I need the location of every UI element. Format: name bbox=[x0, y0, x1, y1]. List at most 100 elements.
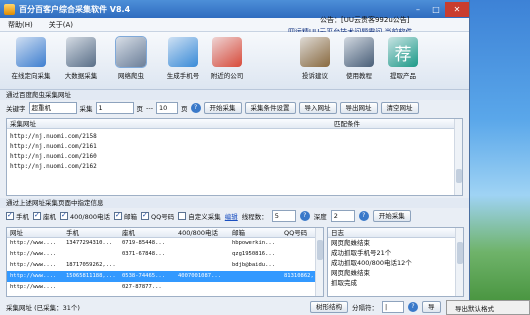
table-cell bbox=[175, 282, 229, 293]
collect-label: 采集 bbox=[79, 105, 93, 113]
menu-help[interactable]: 帮助(H) bbox=[0, 20, 41, 30]
toolbar-label: 网络爬虫 bbox=[118, 72, 144, 80]
table-row[interactable]: http://www.... 15065811188,... 0538-74465.… bbox=[7, 271, 323, 282]
page-label2: 页 bbox=[181, 105, 188, 113]
help-icon[interactable]: ? bbox=[408, 302, 418, 312]
toolbar-phone-button[interactable]: 生成手机号 bbox=[160, 37, 206, 80]
table-cell: qzg1950816... bbox=[232, 251, 276, 257]
col-qq[interactable]: QQ号码 bbox=[281, 228, 315, 237]
toolbar-label: 附近的公司 bbox=[210, 72, 244, 80]
toolbar-label: 提取产品 bbox=[390, 72, 416, 80]
help-icon[interactable]: ? bbox=[190, 103, 201, 113]
threads-input[interactable]: 5 bbox=[271, 210, 296, 222]
menu-about[interactable]: 关于(A) bbox=[41, 20, 81, 30]
url-table-header: 采集网址 匹配条件 bbox=[7, 119, 462, 129]
feedback-icon bbox=[300, 37, 330, 67]
toolbar-map-button[interactable]: 附近的公司 bbox=[204, 37, 250, 80]
table-cell bbox=[281, 282, 315, 293]
edit-link[interactable]: 编辑 bbox=[225, 211, 238, 221]
col-match[interactable]: 匹配条件 bbox=[331, 119, 360, 128]
export-button[interactable]: 导 bbox=[422, 301, 441, 313]
table-row[interactable]: http://www.... 18717059262,... bdjb@baidu.… bbox=[7, 260, 323, 271]
threads-label: 线程数： bbox=[241, 213, 268, 221]
extract-section-title: 通过上述网址采集页面中指定信息 bbox=[0, 198, 469, 208]
url-row[interactable]: http://nj.nuomi.com/2161 bbox=[7, 142, 462, 152]
toolbar-label: 使用教程 bbox=[346, 72, 372, 80]
extract-start-button[interactable]: 开始采集 bbox=[372, 210, 411, 222]
toolbar-feedback-button[interactable]: 投诉建议 bbox=[292, 37, 338, 80]
toolbar-clock-button[interactable]: 在线定向采集 bbox=[8, 37, 54, 80]
baidu-start-button[interactable]: 开始采集 bbox=[203, 102, 242, 114]
result-table-scrollbar[interactable] bbox=[315, 228, 323, 296]
check-400-800[interactable]: 400/800电话 bbox=[60, 211, 110, 221]
check-custom[interactable]: 自定义采集 bbox=[178, 211, 221, 221]
result-table[interactable]: 网址 手机 座机 400/800电话 邮箱 QQ号码 http://www...… bbox=[6, 227, 324, 297]
log-line: 网页爬蛛结束 bbox=[331, 239, 370, 247]
log-line: 成功抓取400/800电话12个 bbox=[331, 259, 412, 267]
minimize-button[interactable]: – bbox=[409, 2, 427, 17]
toolbar-label: 大数据采集 bbox=[64, 72, 98, 80]
collected-count: 采集网址 (已采集：31个) bbox=[6, 304, 80, 312]
collect-settings-button[interactable]: 采集条件设置 bbox=[244, 102, 296, 114]
toolbar: 在线定向采集 大数据采集 网络爬虫 生成手机号 附近的公司 投诉建议 使用教程荐提取产品 bbox=[0, 32, 469, 90]
check-landline[interactable]: 座机 bbox=[33, 211, 56, 221]
table-cell bbox=[175, 260, 229, 271]
delimiter-input[interactable]: | bbox=[382, 301, 404, 313]
col-url[interactable]: 采集网址 bbox=[7, 119, 331, 128]
keyword-input[interactable]: 超重机 bbox=[28, 102, 77, 114]
jian-icon: 荐 bbox=[388, 37, 418, 67]
check-mobile[interactable]: 手机 bbox=[6, 211, 29, 221]
toolbar-label: 在线定向采集 bbox=[11, 72, 51, 80]
clear-urls-button[interactable]: 清空网址 bbox=[380, 102, 419, 114]
table-row[interactable]: http://www.... 027-87877... bbox=[7, 282, 323, 293]
table-row[interactable]: http://www.... 0371-67848... qzg1950816... bbox=[7, 249, 323, 260]
table-cell bbox=[63, 282, 119, 293]
toolbar-teacher-button[interactable]: 使用教程 bbox=[336, 37, 382, 80]
toolbar-database-button[interactable]: 大数据采集 bbox=[58, 37, 104, 80]
log-line: 成功抓取手机号21个 bbox=[331, 249, 392, 257]
dash: --- bbox=[146, 104, 154, 112]
url-row[interactable]: http://nj.nuomi.com/2160 bbox=[7, 152, 462, 162]
table-cell: 81310862,... bbox=[284, 273, 315, 279]
col-landline[interactable]: 座机 bbox=[119, 228, 175, 237]
depth-input[interactable]: 2 bbox=[330, 210, 355, 222]
url-row[interactable]: http://nj.nuomi.com/2162 bbox=[7, 162, 462, 172]
url-table-scrollbar[interactable] bbox=[454, 119, 462, 195]
table-cell: 15065811188,... bbox=[66, 273, 116, 279]
results-area: 网址 手机 座机 400/800电话 邮箱 QQ号码 http://www...… bbox=[6, 227, 464, 297]
col-400[interactable]: 400/800电话 bbox=[175, 228, 229, 237]
check-email[interactable]: 邮箱 bbox=[114, 211, 137, 221]
table-cell: 0538-74465... bbox=[122, 273, 166, 279]
table-cell bbox=[281, 249, 315, 260]
col-email[interactable]: 邮箱 bbox=[229, 228, 281, 237]
baidu-section-title: 通过百度爬虫采集网址 bbox=[0, 90, 469, 100]
table-cell: 0371-67848... bbox=[122, 251, 166, 257]
toolbar-magnifier-button[interactable]: 网络爬虫 bbox=[108, 36, 154, 80]
page-label: 页 bbox=[136, 105, 144, 113]
page-from-input[interactable]: 1 bbox=[95, 102, 134, 114]
url-row[interactable]: http://nj.nuomi.com/2158 bbox=[7, 132, 462, 142]
page-to-input[interactable]: 10 bbox=[156, 102, 179, 114]
col-site[interactable]: 网址 bbox=[7, 228, 63, 237]
tree-view-button[interactable]: 树形结构 bbox=[310, 301, 348, 313]
table-cell: 0719-85448... bbox=[122, 240, 166, 246]
export-format-tooltip: 导出默认格式 bbox=[446, 300, 530, 315]
maximize-button[interactable]: □ bbox=[427, 2, 445, 17]
check-qq[interactable]: QQ号码 bbox=[141, 211, 174, 221]
table-cell: 027-87877... bbox=[122, 284, 162, 290]
help-icon[interactable]: ? bbox=[358, 211, 369, 221]
table-cell: http://www.... bbox=[10, 284, 57, 290]
window-title: 百分百客户综合采集软件 V8.4 bbox=[19, 4, 131, 14]
keyword-label: 关键字 bbox=[6, 105, 26, 113]
export-urls-button[interactable]: 导出网址 bbox=[339, 102, 378, 114]
toolbar-jian-button[interactable]: 荐提取产品 bbox=[380, 37, 426, 80]
table-row[interactable]: http://www.... 13477294310... 0719-85448..… bbox=[7, 238, 323, 249]
col-mobile[interactable]: 手机 bbox=[63, 228, 119, 237]
database-icon bbox=[66, 37, 96, 67]
url-table[interactable]: 采集网址 匹配条件 http://nj.nuomi.com/2158 http:… bbox=[6, 118, 463, 196]
log-scrollbar[interactable] bbox=[455, 228, 463, 296]
close-button[interactable]: ✕ bbox=[445, 1, 469, 17]
help-icon[interactable]: ? bbox=[299, 211, 310, 221]
import-urls-button[interactable]: 导入网址 bbox=[298, 102, 337, 114]
clock-icon bbox=[16, 37, 46, 67]
